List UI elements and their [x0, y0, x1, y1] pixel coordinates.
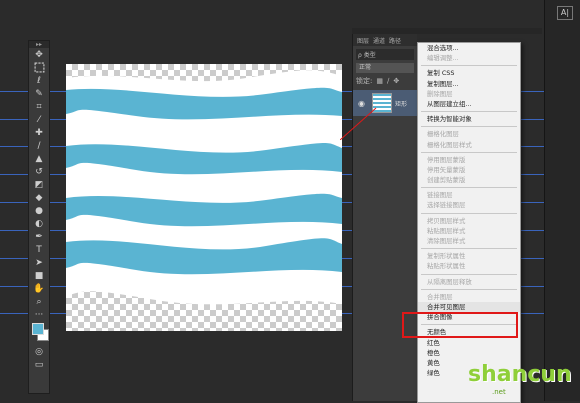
menu-item[interactable]: 合并可见图层: [418, 301, 520, 313]
lock-row: 锁定: ▦ ∕ ✥: [356, 75, 414, 86]
screen-mode-icon[interactable]: ▭: [29, 358, 49, 371]
healing-icon[interactable]: ✚: [29, 126, 49, 139]
menu-item: 停用图层蒙版: [427, 155, 466, 164]
watermark-sub: .net: [492, 388, 506, 396]
zoom-icon[interactable]: ⌕: [29, 295, 49, 308]
menu-item: 选择链接图层: [427, 201, 466, 210]
menu-item: 栅格化图层样式: [427, 140, 472, 149]
brush-icon[interactable]: ∕: [29, 139, 49, 152]
menu-item: 粘贴图层样式: [427, 226, 466, 235]
kind-filter-label: ρ 类型: [358, 52, 376, 59]
menu-separator: [418, 63, 520, 68]
menu-item[interactable]: 从图层建立组...: [418, 99, 520, 109]
color-swatches: [29, 321, 49, 345]
blend-mode-label: 正常: [359, 64, 372, 71]
pen-icon[interactable]: ✒: [29, 230, 49, 243]
menu-item[interactable]: 转换为智能对象: [418, 114, 520, 124]
panel-grip[interactable]: ▸▸: [29, 41, 49, 48]
path-select-icon[interactable]: ➤: [29, 256, 49, 269]
menu-item[interactable]: 红色: [418, 338, 520, 348]
context-menu: 混合选项... 编辑调整... 复制 CSS 复制图层... 删除图层 从图层建立组...…: [417, 42, 521, 403]
menu-separator: [418, 287, 520, 292]
history-brush-icon[interactable]: ↺: [29, 165, 49, 178]
lock-position-icon[interactable]: ✥: [393, 77, 399, 85]
tools-panel: ▸▸ ✥ ℓ ✎ ⌗ ⁄ ✚ ∕ ▲ ↺ ◩ ◆ ● ◐ ✒ T ➤ ■ ✋ ⌕…: [28, 40, 50, 394]
menu-item[interactable]: 复制图层...: [418, 79, 520, 89]
menu-separator: [418, 124, 520, 129]
watermark-logo: shancun: [468, 362, 572, 387]
rectangle-icon[interactable]: ■: [29, 269, 49, 282]
menu-separator: [418, 272, 520, 277]
lasso-icon[interactable]: ℓ: [29, 74, 49, 87]
menu-separator: [418, 211, 520, 216]
menu-item[interactable]: 橙色: [418, 348, 520, 358]
tab-paths[interactable]: 路径: [389, 36, 401, 45]
wave-artwork: [66, 70, 342, 305]
character-panel-icon[interactable]: A|: [557, 6, 573, 20]
crop-icon[interactable]: ⌗: [29, 100, 49, 113]
type-icon[interactable]: T: [29, 243, 49, 256]
menu-item: 创建剪贴蒙版: [427, 176, 466, 185]
right-panel-dock: [544, 0, 580, 401]
quick-select-icon[interactable]: ✎: [29, 87, 49, 100]
hand-icon[interactable]: ✋: [29, 282, 49, 295]
menu-item[interactable]: 复制 CSS: [418, 68, 520, 78]
marquee-icon[interactable]: [29, 61, 49, 74]
menu-item: 拷贝图层样式: [427, 216, 466, 225]
clone-stamp-icon[interactable]: ▲: [29, 152, 49, 165]
menu-item: 栅格化图层: [427, 130, 459, 139]
menu-item: 停用矢量蒙版: [427, 165, 466, 174]
lock-brush-icon[interactable]: ∕: [387, 77, 389, 85]
highlight-box: [402, 312, 518, 338]
blur-icon[interactable]: ●: [29, 204, 49, 217]
move-icon[interactable]: ✥: [29, 48, 49, 61]
menu-item: 清除图层样式: [427, 237, 466, 245]
paint-bucket-icon[interactable]: ◆: [29, 191, 49, 204]
menu-separator: [418, 150, 520, 155]
tab-channels[interactable]: 通道: [373, 36, 385, 45]
menu-item[interactable]: 混合选项...: [418, 43, 520, 53]
menu-separator: [418, 246, 520, 251]
layer-name[interactable]: 矩形: [395, 99, 407, 108]
blend-mode-select[interactable]: 正常: [356, 63, 414, 73]
menu-separator: [418, 185, 520, 190]
menu-item: 删除图层: [427, 89, 453, 98]
pointer-line: [340, 107, 377, 140]
menu-item: 复制形状属性: [427, 252, 466, 261]
lock-pixels-icon[interactable]: ▦: [376, 77, 383, 85]
kind-filter[interactable]: ρ 类型: [356, 49, 414, 60]
eyedropper-icon[interactable]: ⁄: [29, 113, 49, 126]
foreground-color-swatch[interactable]: [32, 323, 44, 335]
menu-item: 编辑调整...: [427, 54, 459, 63]
document-canvas[interactable]: [66, 64, 342, 331]
layers-panel-tabs: 图层 通道 路径: [353, 34, 417, 46]
menu-item: 链接图层: [427, 191, 453, 200]
menu-separator: [418, 109, 520, 114]
eraser-icon[interactable]: ◩: [29, 178, 49, 191]
menu-item: 粘贴形状属性: [427, 262, 466, 271]
layers-panel: 图层 通道 路径 ρ 类型 正常 锁定: ▦ ∕ ✥ ◉ 矩形: [352, 34, 417, 401]
tab-layers[interactable]: 图层: [357, 36, 369, 45]
dodge-icon[interactable]: ◐: [29, 217, 49, 230]
more-tools-icon[interactable]: ···: [29, 308, 49, 321]
menu-item: 从隔离图层释放: [427, 277, 472, 286]
lock-label: 锁定:: [356, 76, 373, 85]
menu-item: 合并图层: [427, 292, 453, 301]
quick-mask-icon[interactable]: ◎: [29, 345, 49, 358]
